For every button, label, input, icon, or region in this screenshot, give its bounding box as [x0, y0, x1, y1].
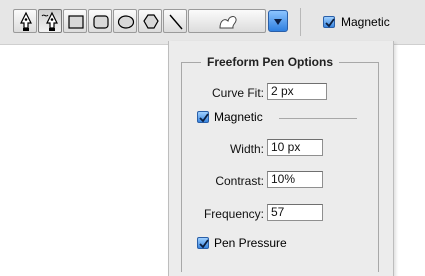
rectangle-tool-icon — [68, 15, 84, 29]
width-label: Width: — [229, 142, 264, 156]
checkmark-icon — [199, 113, 209, 123]
checkmark-icon — [325, 18, 335, 28]
rounded-rectangle-tool-icon — [93, 15, 109, 29]
toolbar-divider — [300, 8, 301, 36]
contrast-label: Contrast: — [215, 174, 264, 188]
magnetic-separator-line — [279, 118, 357, 119]
custom-shape-tool-icon — [219, 16, 237, 29]
curve-fit-label: Curve Fit: — [211, 86, 264, 100]
line-tool-icon — [169, 14, 183, 30]
toolbar-magnetic-label: Magnetic — [341, 15, 390, 29]
chevron-down-icon — [274, 19, 282, 25]
ellipse-tool-icon — [117, 15, 135, 29]
polygon-tool-button[interactable] — [138, 9, 162, 33]
magnetic-checkbox[interactable] — [197, 111, 209, 123]
line-tool-button[interactable] — [163, 9, 187, 33]
rounded-rectangle-tool-button[interactable] — [88, 9, 112, 33]
width-input[interactable]: 10 px — [267, 139, 323, 156]
contrast-input[interactable]: 10% — [267, 171, 323, 188]
pen-pressure-label: Pen Pressure — [214, 236, 287, 250]
curve-fit-input[interactable]: 2 px — [267, 83, 327, 100]
pen-pressure-checkbox[interactable] — [197, 237, 209, 249]
frequency-input[interactable]: 57 — [267, 204, 323, 221]
checkmark-icon — [199, 239, 209, 249]
freeform-pen-options-panel: Freeform Pen Options Curve Fit: 2 px Mag… — [168, 41, 394, 276]
freeform-pen-tool-icon — [41, 11, 58, 31]
polygon-tool-icon — [143, 14, 159, 29]
ellipse-tool-button[interactable] — [113, 9, 137, 33]
freeform-pen-tool-button[interactable] — [38, 9, 62, 33]
pen-tool-button[interactable] — [13, 9, 37, 33]
rectangle-tool-button[interactable] — [63, 9, 87, 33]
frequency-label: Frequency: — [203, 207, 264, 221]
toolbar-magnetic-checkbox[interactable] — [323, 16, 335, 28]
panel-title: Freeform Pen Options — [201, 54, 340, 70]
magnetic-label: Magnetic — [214, 110, 263, 124]
options-toolbar: Magnetic — [0, 0, 425, 45]
shape-options-dropdown-button[interactable] — [268, 10, 288, 32]
pen-tool-icon — [20, 11, 32, 31]
custom-shape-tool-button[interactable] — [188, 9, 266, 33]
